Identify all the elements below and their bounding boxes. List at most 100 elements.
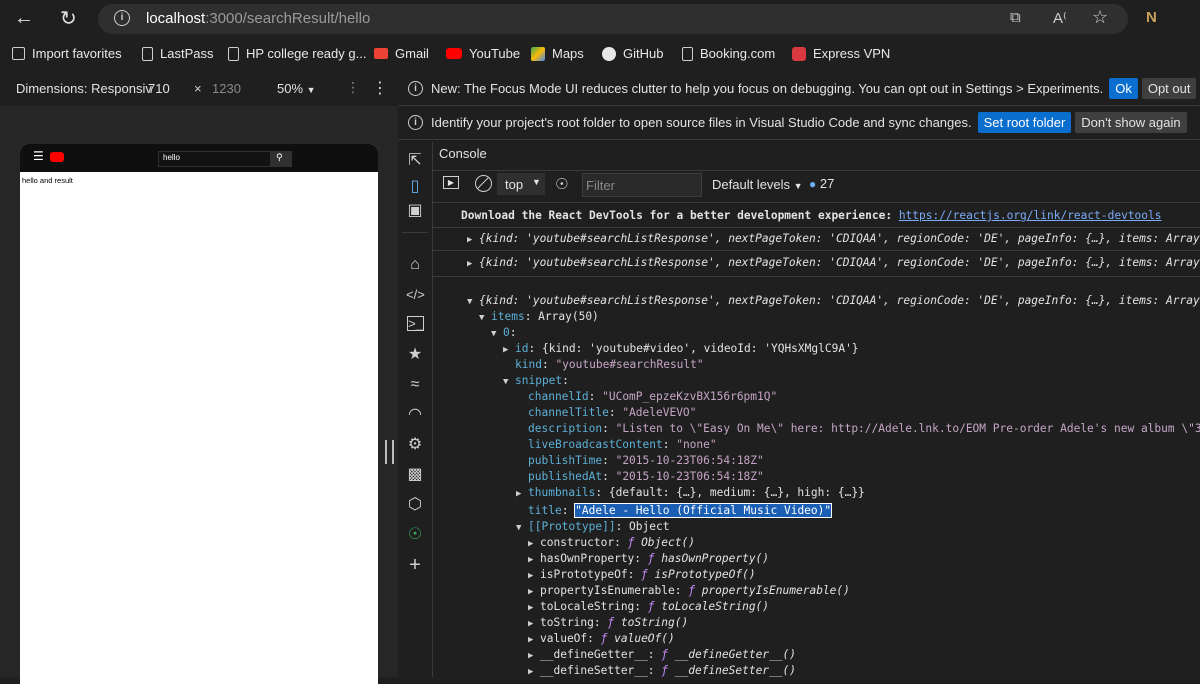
site-info-icon[interactable]: i <box>114 10 130 26</box>
device-width-input[interactable]: 710 <box>148 81 170 96</box>
context-selector[interactable]: top ▼ <box>497 173 545 195</box>
react-devtools-link[interactable]: https://reactjs.org/link/react-devtools <box>899 209 1162 222</box>
console-icon[interactable]: >_ <box>407 316 424 331</box>
tree-node-id[interactable]: ▶ id: {kind: 'youtube#video', videoId: 'Y… <box>503 341 859 357</box>
prototype-member[interactable]: ▶ valueOf: ƒ valueOf() <box>528 631 675 647</box>
tree-node-channeltitle[interactable]: channelTitle: "AdeleVEVO" <box>528 405 696 421</box>
selected-title-value[interactable]: "Adele - Hello (Official Music Video)" <box>574 503 833 518</box>
prototype-member[interactable]: ▶ toString: ƒ toString() <box>528 615 688 631</box>
device-emulation-icon[interactable]: ▯ <box>406 178 424 196</box>
collapse-arrow-icon[interactable]: ▼ <box>516 520 528 536</box>
expand-arrow-icon[interactable]: ▶ <box>528 648 540 664</box>
tree-node-channelid[interactable]: channelId: "UComP_epzeKzvBX156r6pm1Q" <box>528 389 777 405</box>
collapse-arrow-icon[interactable]: ▼ <box>467 294 479 310</box>
expand-arrow-icon[interactable]: ▶ <box>528 600 540 616</box>
prototype-member[interactable]: ▶ __defineGetter__: ƒ __defineGetter__() <box>528 647 796 663</box>
tree-node-kind[interactable]: kind: "youtube#searchResult" <box>515 357 704 373</box>
youtube-logo-icon[interactable] <box>50 152 64 162</box>
set-root-folder-button[interactable]: Set root folder <box>977 112 1072 133</box>
css-overview-icon[interactable]: ☉ <box>406 526 424 544</box>
reload-icon[interactable]: ↻ <box>60 6 77 31</box>
performance-icon[interactable]: ◠ <box>406 406 424 424</box>
dock-icon[interactable]: ▣ <box>406 202 424 220</box>
home-icon[interactable]: ⌂ <box>406 256 424 274</box>
ok-button[interactable]: Ok <box>1109 78 1138 99</box>
network-icon[interactable]: ≈ <box>406 376 424 394</box>
more-tools-icon[interactable]: + <box>406 555 424 575</box>
bookmark-gmail[interactable]: Gmail <box>374 46 429 61</box>
expand-arrow-icon[interactable]: ▶ <box>467 256 479 272</box>
bookmark-maps[interactable]: Maps <box>531 46 584 61</box>
tab-console[interactable]: Console <box>439 146 487 161</box>
zoom-dropdown[interactable]: 50% ▼ <box>277 81 316 96</box>
tree-node-livebroadcast[interactable]: liveBroadcastContent: "none" <box>528 437 717 453</box>
expand-arrow-icon[interactable]: ▶ <box>528 568 540 584</box>
bookmark-hp-college[interactable]: HP college ready g... <box>228 46 366 61</box>
expand-arrow-icon[interactable]: ▶ <box>528 664 540 677</box>
favorite-star-icon[interactable]: ☆ <box>1092 7 1108 28</box>
expand-arrow-icon[interactable]: ▶ <box>467 232 479 248</box>
tree-node-index[interactable]: ▼ 0: <box>491 325 517 341</box>
opt-out-button[interactable]: Opt out <box>1141 78 1197 99</box>
live-expression-icon[interactable]: ☉ <box>555 175 568 193</box>
expand-arrow-icon[interactable]: ▶ <box>528 536 540 552</box>
prototype-member[interactable]: ▶ isPrototypeOf: ƒ isPrototypeOf() <box>528 567 756 583</box>
tree-node-items[interactable]: ▼ items: Array(50) <box>479 309 599 325</box>
log-levels-dropdown[interactable]: Default levels ▼ <box>712 177 803 192</box>
log-entry-expanded[interactable]: ▼ {kind: 'youtube#searchListResponse', ne… <box>467 293 1200 309</box>
url-field[interactable]: i localhost:3000/searchResult/hello ⧉ A⁽… <box>98 4 1128 34</box>
tree-node-thumbnails[interactable]: ▶ thumbnails: {default: {…}, medium: {…},… <box>516 485 865 501</box>
issues-counter[interactable]: ● 27 <box>809 176 834 191</box>
bookmark-github[interactable]: GitHub <box>602 46 663 61</box>
bookmark-import-favorites[interactable]: Import favorites <box>12 46 122 61</box>
tree-node-prototype[interactable]: ▼ [[Prototype]]: Object <box>516 519 669 535</box>
application-icon[interactable]: ▩ <box>406 466 424 484</box>
expand-arrow-icon[interactable]: ▶ <box>528 632 540 648</box>
prototype-member[interactable]: ▶ constructor: ƒ Object() <box>528 535 695 551</box>
log-entry-collapsed[interactable]: ▶ {kind: 'youtube#searchListResponse', ne… <box>467 255 1200 271</box>
prototype-member[interactable]: ▶ __defineSetter__: ƒ __defineSetter__() <box>528 663 796 677</box>
tree-node-publishtime[interactable]: publishTime: "2015-10-23T06:54:18Z" <box>528 453 764 469</box>
3d-view-icon[interactable]: ⬡ <box>406 496 424 514</box>
expand-arrow-icon[interactable]: ▶ <box>528 584 540 600</box>
resize-handle[interactable] <box>385 440 394 464</box>
device-height-input[interactable]: 1230 <box>212 81 241 96</box>
dont-show-again-button[interactable]: Don't show again <box>1075 112 1187 133</box>
elements-icon[interactable]: </> <box>406 286 425 304</box>
bookmark-lastpass[interactable]: LastPass <box>142 46 213 61</box>
tree-node-description[interactable]: description: "Listen to \"Easy On Me\" h… <box>528 421 1200 437</box>
collapse-arrow-icon[interactable]: ▼ <box>491 326 503 342</box>
expand-arrow-icon[interactable]: ▶ <box>503 342 515 358</box>
more-options-icon[interactable]: ⋮ <box>372 78 388 98</box>
expand-arrow-icon[interactable]: ▶ <box>528 552 540 568</box>
extension-icon[interactable]: N <box>1146 9 1157 26</box>
clear-console-icon[interactable] <box>475 175 492 192</box>
bookmark-express-vpn[interactable]: Express VPN <box>792 46 890 61</box>
memory-icon[interactable]: ⚙ <box>406 436 424 454</box>
menu-icon[interactable]: ☰ <box>33 150 44 162</box>
filter-input[interactable]: Filter <box>582 173 702 197</box>
sidebar-toggle-icon[interactable]: ▶ <box>443 176 459 189</box>
search-button[interactable]: ⚲ <box>270 151 292 167</box>
collapse-arrow-icon[interactable]: ▼ <box>479 310 491 326</box>
inspect-element-icon[interactable]: ⇱ <box>406 152 424 170</box>
open-in-app-icon[interactable]: ⧉ <box>1010 9 1021 26</box>
prototype-member[interactable]: ▶ toLocaleString: ƒ toLocaleString() <box>528 599 769 615</box>
collapse-arrow-icon[interactable]: ▼ <box>503 374 515 390</box>
dimensions-dropdown[interactable]: Dimensions: Responsiv <box>16 81 152 96</box>
expand-arrow-icon[interactable]: ▶ <box>516 486 528 502</box>
log-entry-collapsed[interactable]: ▶ {kind: 'youtube#searchListResponse', ne… <box>467 231 1200 247</box>
tree-node-publishedat[interactable]: publishedAt: "2015-10-23T06:54:18Z" <box>528 469 764 485</box>
search-input[interactable]: hello <box>163 153 180 162</box>
prototype-member[interactable]: ▶ hasOwnProperty: ƒ hasOwnProperty() <box>528 551 769 567</box>
search-box[interactable]: hello <box>158 151 272 167</box>
tree-node-snippet[interactable]: ▼ snippet: <box>503 373 569 389</box>
expand-arrow-icon[interactable]: ▶ <box>528 616 540 632</box>
device-options-icon[interactable]: ⋮ <box>346 79 360 96</box>
prototype-member[interactable]: ▶ propertyIsEnumerable: ƒ propertyIsEnume… <box>528 583 850 599</box>
tree-node-title[interactable]: title: "Adele - Hello (Official Music Vi… <box>528 503 833 519</box>
read-aloud-icon[interactable]: A⁽ <box>1053 9 1067 27</box>
bookmark-booking[interactable]: Booking.com <box>682 46 775 61</box>
sources-debug-icon[interactable]: ★ <box>406 346 424 364</box>
bookmark-youtube[interactable]: YouTube <box>446 46 520 61</box>
